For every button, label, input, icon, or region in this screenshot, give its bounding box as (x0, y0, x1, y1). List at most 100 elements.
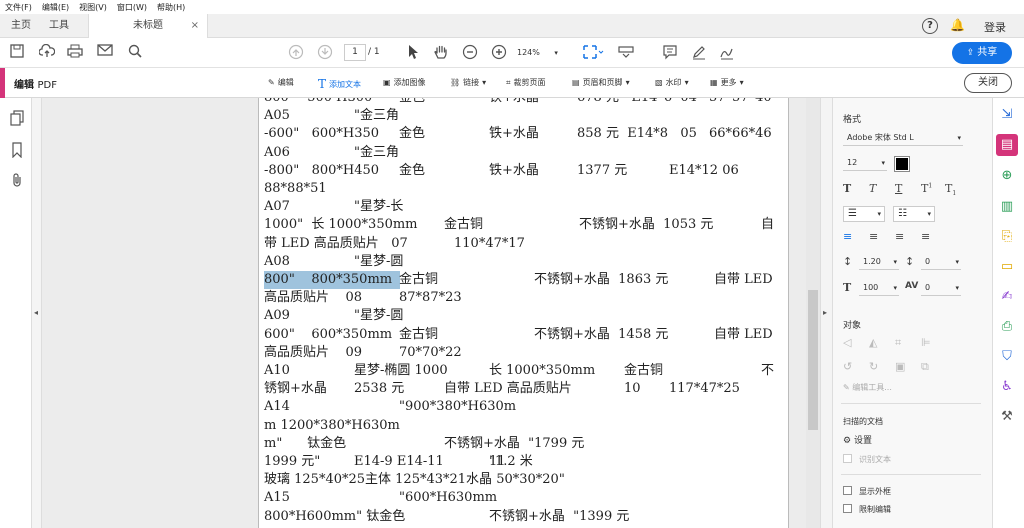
left-panel-toggle[interactable]: ◂ (32, 98, 42, 528)
export-pdf-icon[interactable]: ⇲ (996, 104, 1018, 126)
restrict-edit-checkbox[interactable] (843, 504, 852, 513)
protect-icon[interactable]: ⛉ (996, 346, 1018, 368)
menu-help[interactable]: 帮助(H) (152, 2, 190, 13)
format-heading: 格式 (843, 115, 862, 125)
scroll-mode-icon[interactable] (617, 44, 635, 62)
font-family-select[interactable]: Adobe 宋体 Std L ▾ (843, 131, 963, 146)
print-production-icon[interactable]: ⎙ (996, 316, 1018, 338)
font-size-select[interactable]: 12 ▾ (843, 156, 887, 171)
upload-cloud-icon[interactable] (38, 43, 56, 62)
justify-icon[interactable]: ≡ (921, 230, 930, 243)
align-left-icon[interactable]: ≡ (843, 230, 852, 243)
pen-icon[interactable] (690, 44, 708, 62)
next-page-icon[interactable] (316, 44, 334, 62)
edit-tool-button[interactable]: ✎ 编辑 (268, 77, 294, 88)
pdf-page[interactable]: 800" 500 H300金色铁+水晶678 元 E14*6 0457*57*4… (258, 98, 789, 528)
flip-vertical-icon[interactable]: ◁ (843, 336, 851, 349)
bullet-list-select[interactable]: ☰ ▾ (843, 206, 885, 222)
more-button[interactable]: ▦ 更多 ▾ (710, 77, 744, 88)
italic-icon[interactable]: T (869, 182, 876, 195)
zoom-out-icon[interactable] (461, 44, 479, 62)
text-segment: 星梦-椭圆 1000 (354, 363, 448, 378)
text-segment: 10 (624, 381, 641, 397)
watermark-label: 水印 (665, 78, 682, 87)
char-spacing-select[interactable]: 0 ▾ (921, 281, 961, 296)
menu-view[interactable]: 视图(V) (74, 2, 112, 13)
page-thumbnails-icon[interactable] (10, 110, 24, 129)
sign-icon[interactable] (718, 44, 736, 62)
bookmark-icon[interactable] (11, 142, 23, 161)
hand-tool-icon[interactable] (432, 44, 450, 62)
share-button[interactable]: ⇪ 共享 (952, 42, 1012, 64)
superscript-icon[interactable]: T1 (921, 182, 932, 195)
zoom-in-icon[interactable] (490, 44, 508, 62)
menu-window[interactable]: 窗口(W) (112, 2, 152, 13)
header-footer-button[interactable]: ▤ 页眉和页脚 ▾ (572, 77, 630, 88)
crop-image-icon[interactable]: ⌗ (895, 336, 901, 350)
organize-pages-icon[interactable]: ▥ (996, 196, 1018, 218)
attachment-icon[interactable] (11, 172, 23, 191)
share-icon: ⇪ (966, 48, 975, 58)
add-image-button[interactable]: ▣ 添加图像 (383, 77, 426, 88)
save-icon[interactable] (8, 44, 26, 62)
print-icon[interactable] (66, 44, 84, 62)
text-segment: m" 钛金色 (264, 435, 347, 451)
document-line: A15 "600*H630mm (264, 489, 784, 507)
right-panel-toggle[interactable]: ▸ (820, 98, 832, 528)
numbered-list-select[interactable]: ☷ ▾ (893, 206, 935, 222)
horizontal-scale-select[interactable]: 100 ▾ (859, 281, 899, 296)
crop-page-button[interactable]: ⌗ 裁剪页面 (506, 77, 546, 88)
create-pdf-icon[interactable]: ⊕ (996, 165, 1018, 187)
subscript-icon[interactable]: T1 (945, 182, 956, 197)
arrange-icon[interactable]: ⧉ (921, 360, 929, 374)
document-line: 800" 800*350mm 金古铜 不锈钢+水晶 1863 元 自带 LED (264, 271, 784, 289)
edit-pdf-tool-icon[interactable]: ▤ (996, 134, 1018, 156)
tab-document[interactable]: 未标题 × (88, 14, 208, 38)
accessibility-icon[interactable]: ♿ (996, 376, 1018, 398)
scrollbar-thumb[interactable] (808, 290, 818, 430)
page-number-input[interactable]: 1 (344, 44, 366, 61)
combine-files-icon[interactable]: ⎘ (996, 226, 1018, 248)
align-right-icon[interactable]: ≡ (895, 230, 904, 243)
search-icon[interactable] (126, 44, 144, 62)
line-spacing-select[interactable]: 1.20 ▾ (859, 255, 899, 270)
close-edit-button[interactable]: 关闭 (964, 73, 1012, 93)
edit-tool-dropdown[interactable]: ✎ 编辑工具... (843, 382, 892, 393)
select-cursor-icon[interactable] (404, 44, 422, 62)
bell-icon[interactable]: 🔔 (950, 18, 965, 32)
mail-icon[interactable] (96, 44, 114, 62)
login-link[interactable]: 登录 (984, 19, 1006, 35)
flip-horizontal-icon[interactable]: ◭ (869, 336, 877, 349)
rotate-left-icon[interactable]: ↺ (843, 360, 852, 373)
align-objects-icon[interactable]: ⊫ (921, 336, 931, 349)
tab-tools[interactable]: 工具 (44, 14, 74, 38)
more-tools-icon[interactable]: ⚒ (996, 406, 1018, 428)
document-line: A07 "星梦-长 (264, 198, 784, 216)
menu-edit[interactable]: 编辑(E) (37, 2, 74, 13)
text-segment: 57*57*40 (709, 98, 772, 107)
close-tab-icon[interactable]: × (191, 14, 199, 38)
menu-file[interactable]: 文件(F) (0, 2, 37, 13)
add-text-button[interactable]: T 添加文本 (318, 77, 361, 91)
text-color-swatch[interactable] (894, 156, 910, 172)
comment-icon[interactable] (661, 44, 679, 62)
comment-tool-icon[interactable]: ▭ (996, 256, 1018, 278)
paragraph-spacing-select[interactable]: 0 ▾ (921, 255, 961, 270)
rotate-right-icon[interactable]: ↻ (869, 360, 878, 373)
watermark-button[interactable]: ▧ 水印 ▾ (655, 77, 689, 88)
bold-icon[interactable]: T (843, 182, 851, 195)
help-icon[interactable]: ? (922, 18, 938, 34)
fit-page-icon[interactable] (580, 44, 606, 62)
crop-icon: ⌗ (506, 77, 511, 87)
replace-image-icon[interactable]: ▣ (895, 360, 905, 373)
settings-link[interactable]: ⚙ 设置 (843, 433, 872, 446)
link-button[interactable]: ⛓ 链接 ▾ (450, 77, 486, 88)
previous-page-icon[interactable] (287, 44, 305, 62)
zoom-level-select[interactable]: 124% ▾ (517, 44, 567, 61)
recognize-text-checkbox[interactable] (843, 454, 852, 463)
fill-sign-icon[interactable]: ✍ (996, 286, 1018, 308)
align-center-icon[interactable]: ≡ (869, 230, 878, 243)
underline-icon[interactable]: T (895, 182, 902, 195)
show-border-checkbox[interactable] (843, 486, 852, 495)
tab-home[interactable]: 主页 (6, 14, 36, 38)
